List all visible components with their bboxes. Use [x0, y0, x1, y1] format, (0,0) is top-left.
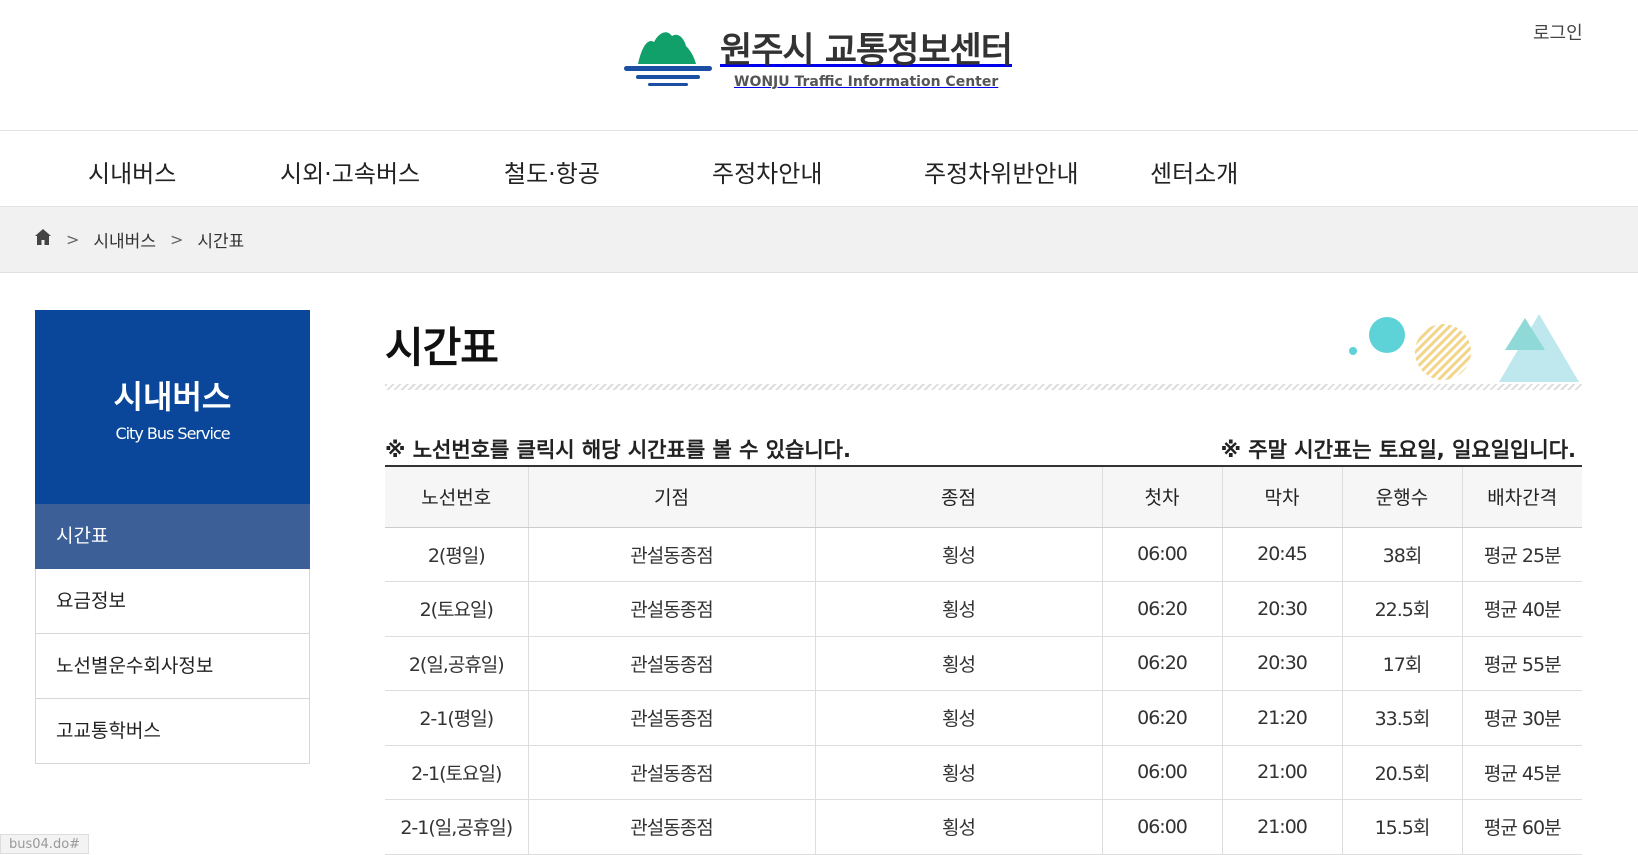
login-link[interactable]: 로그인: [1533, 19, 1583, 45]
sidebar-title: 시내버스: [113, 378, 232, 416]
col-interval: 배차간격: [1462, 466, 1582, 528]
notice-row: ※ 노선번호를 클릭시 해당 시간표를 볼 수 있습니다. ※ 주말 시간표는 …: [385, 434, 1582, 464]
col-first-bus: 첫차: [1102, 466, 1223, 528]
route-link[interactable]: 2-1(평일): [419, 708, 494, 730]
note-click-route: ※ 노선번호를 클릭시 해당 시간표를 볼 수 있습니다.: [385, 438, 851, 462]
sidebar-subtitle: City Bus Service: [115, 424, 230, 443]
route-link[interactable]: 2(일,공휴일): [409, 654, 505, 676]
cell-last-bus: 20:30: [1222, 581, 1343, 637]
route-link[interactable]: 2(평일): [428, 545, 486, 567]
table-row: 2-1(일,공휴일) 관설동종점 횡성 06:00 21:00 15.5회 평균…: [385, 799, 1582, 855]
cell-origin: 관설동종점: [528, 581, 816, 637]
cell-trips: 38회: [1342, 527, 1463, 582]
browser-status-bar: bus04.do#: [0, 834, 90, 854]
cell-origin: 관설동종점: [528, 527, 816, 582]
cell-destination: 횡성: [815, 745, 1103, 800]
table-row: 2(일,공휴일) 관설동종점 횡성 06:20 20:30 17회 평균 55분: [385, 636, 1582, 691]
sidebar-item-fare[interactable]: 요금정보: [35, 569, 310, 634]
cell-trips: 15.5회: [1342, 799, 1463, 855]
cell-last-bus: 20:30: [1222, 636, 1343, 691]
breadcrumb-level1[interactable]: 시내버스: [93, 227, 156, 252]
nav-parking-violation[interactable]: 주정차위반안내: [924, 154, 1079, 189]
title-divider: [385, 384, 1582, 390]
cell-first-bus: 06:00: [1102, 799, 1223, 855]
cell-first-bus: 06:20: [1102, 581, 1223, 637]
table-row: 2-1(평일) 관설동종점 횡성 06:20 21:20 33.5회 평균 30…: [385, 690, 1582, 746]
nav-rail-air[interactable]: 철도·항공: [504, 154, 600, 189]
sidebar-header: 시내버스 City Bus Service: [35, 310, 310, 504]
cell-trips: 20.5회: [1342, 745, 1463, 800]
cell-destination: 횡성: [815, 527, 1103, 582]
route-link[interactable]: 2-1(일,공휴일): [400, 817, 513, 839]
main-content: 시간표 ※ 노선번호를 클릭시 해당 시간표를 볼 수 있습니다. ※ 주말 시…: [385, 310, 1582, 855]
nav-center-intro[interactable]: 센터소개: [1150, 154, 1238, 189]
col-trips: 운행수: [1342, 466, 1463, 528]
col-destination: 종점: [815, 466, 1103, 528]
cell-destination: 횡성: [815, 636, 1103, 691]
home-icon[interactable]: [34, 228, 52, 251]
timetable-table: 노선번호 기점 종점 첫차 막차 운행수 배차간격 2(평일) 관설동종점 횡성…: [385, 465, 1582, 855]
cell-interval: 평균 25분: [1462, 527, 1582, 582]
cell-destination: 횡성: [815, 581, 1103, 637]
cell-interval: 평균 45분: [1462, 745, 1582, 800]
sidebar: 시내버스 City Bus Service 시간표 요금정보 노선별운수회사정보…: [35, 310, 310, 764]
cell-first-bus: 06:00: [1102, 527, 1223, 582]
table-header-row: 노선번호 기점 종점 첫차 막차 운행수 배차간격: [385, 466, 1582, 528]
cell-first-bus: 06:00: [1102, 745, 1223, 800]
breadcrumb-level2[interactable]: 시간표: [197, 227, 244, 252]
decorative-shapes-icon: [1349, 314, 1579, 382]
cell-last-bus: 20:45: [1222, 527, 1343, 582]
sidebar-item-school-bus[interactable]: 고교통학버스: [35, 699, 310, 764]
cell-trips: 22.5회: [1342, 581, 1463, 637]
sidebar-item-timetable[interactable]: 시간표: [35, 504, 310, 569]
chevron-right-icon: >: [169, 230, 184, 249]
cell-origin: 관설동종점: [528, 690, 816, 746]
route-link[interactable]: 2-1(토요일): [411, 763, 502, 785]
cell-origin: 관설동종점: [528, 799, 816, 855]
logo-title: 원주시 교통정보센터: [720, 31, 1013, 71]
nav-parking-info[interactable]: 주정차안내: [712, 154, 822, 189]
cell-last-bus: 21:00: [1222, 799, 1343, 855]
table-row: 2(토요일) 관설동종점 횡성 06:20 20:30 22.5회 평균 40분: [385, 581, 1582, 637]
cell-destination: 횡성: [815, 799, 1103, 855]
cell-interval: 평균 55분: [1462, 636, 1582, 691]
main-nav: 시내버스 시외·고속버스 철도·항공 주정차안내 주정차위반안내 센터소개: [0, 131, 1638, 207]
table-row: 2(평일) 관설동종점 횡성 06:00 20:45 38회 평균 25분: [385, 527, 1582, 582]
cell-last-bus: 21:20: [1222, 690, 1343, 746]
logo-subtitle: WONJU Traffic Information Center: [734, 74, 999, 90]
cell-destination: 횡성: [815, 690, 1103, 746]
breadcrumb: > 시내버스 > 시간표: [0, 207, 1638, 273]
cell-trips: 17회: [1342, 636, 1463, 691]
note-weekend: ※ 주말 시간표는 토요일, 일요일입니다.: [1220, 438, 1576, 462]
cell-interval: 평균 30분: [1462, 690, 1582, 746]
col-last-bus: 막차: [1222, 466, 1343, 528]
chevron-right-icon: >: [66, 230, 80, 249]
col-origin: 기점: [528, 466, 816, 528]
cell-origin: 관설동종점: [528, 636, 816, 691]
cell-interval: 평균 40분: [1462, 581, 1582, 637]
cell-first-bus: 06:20: [1102, 690, 1223, 746]
cell-first-bus: 06:20: [1102, 636, 1223, 691]
col-route: 노선번호: [385, 466, 529, 528]
cell-origin: 관설동종점: [528, 745, 816, 800]
table-row: 2-1(토요일) 관설동종점 횡성 06:00 21:00 20.5회 평균 4…: [385, 745, 1582, 800]
site-logo[interactable]: 원주시 교통정보센터 WONJU Traffic Information Cen…: [624, 28, 1013, 90]
nav-city-bus[interactable]: 시내버스: [88, 154, 176, 189]
route-link[interactable]: 2(토요일): [420, 599, 494, 621]
site-header: 원주시 교통정보센터 WONJU Traffic Information Cen…: [0, 0, 1638, 131]
mountain-logo-icon: [624, 32, 712, 86]
sidebar-item-operators[interactable]: 노선별운수회사정보: [35, 634, 310, 699]
nav-intercity-bus[interactable]: 시외·고속버스: [280, 154, 420, 189]
cell-trips: 33.5회: [1342, 690, 1463, 746]
cell-interval: 평균 60분: [1462, 799, 1582, 855]
cell-last-bus: 21:00: [1222, 745, 1343, 800]
